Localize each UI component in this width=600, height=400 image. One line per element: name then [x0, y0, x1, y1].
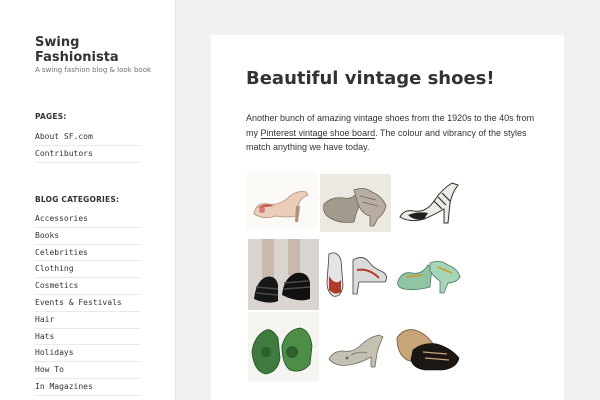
category-link[interactable]: In Magazines: [35, 379, 141, 396]
categories-widget-title: BLOG CATEGORIES:: [35, 195, 120, 204]
shoe-photo[interactable]: [246, 172, 317, 229]
post-title[interactable]: Beautiful vintage shoes!: [246, 68, 495, 89]
post-body: Another bunch of amazing vintage shoes f…: [246, 111, 536, 155]
category-link[interactable]: Celebrities: [35, 245, 141, 262]
post-article: Beautiful vintage shoes! Another bunch o…: [211, 35, 564, 400]
site-description: A swing fashion blog & look book: [35, 66, 152, 74]
page-link-contributors[interactable]: Contributors: [35, 146, 141, 163]
shoe-photo[interactable]: [394, 251, 465, 298]
pages-widget-title: PAGES:: [35, 112, 67, 121]
pages-list: About SF.com Contributors: [35, 129, 141, 163]
category-link[interactable]: Hair: [35, 312, 141, 329]
shoe-photo[interactable]: [323, 246, 394, 301]
shoe-photo[interactable]: [393, 318, 464, 375]
categories-list: Accessories Books Celebrities Clothing C…: [35, 211, 141, 396]
category-link[interactable]: Cosmetics: [35, 278, 141, 295]
shoe-photo[interactable]: [394, 173, 465, 232]
pinterest-board-link[interactable]: Pinterest vintage shoe board: [260, 127, 376, 139]
shoe-photo[interactable]: [323, 325, 394, 375]
category-link[interactable]: Holidays: [35, 345, 141, 363]
site-title[interactable]: Swing Fashionista: [35, 35, 155, 65]
sidebar: Swing Fashionista A swing fashion blog &…: [0, 0, 176, 400]
shoe-photo[interactable]: [320, 174, 391, 232]
category-link[interactable]: Accessories: [35, 211, 141, 228]
shoe-photo[interactable]: [248, 312, 319, 381]
category-link[interactable]: Hats: [35, 329, 141, 346]
category-link[interactable]: Books: [35, 228, 141, 245]
category-link[interactable]: How To: [35, 362, 141, 379]
shoe-photo[interactable]: [248, 239, 319, 310]
category-link[interactable]: Clothing: [35, 261, 141, 279]
category-link[interactable]: Events & Festivals: [35, 295, 141, 312]
page-link-about[interactable]: About SF.com: [35, 129, 141, 146]
